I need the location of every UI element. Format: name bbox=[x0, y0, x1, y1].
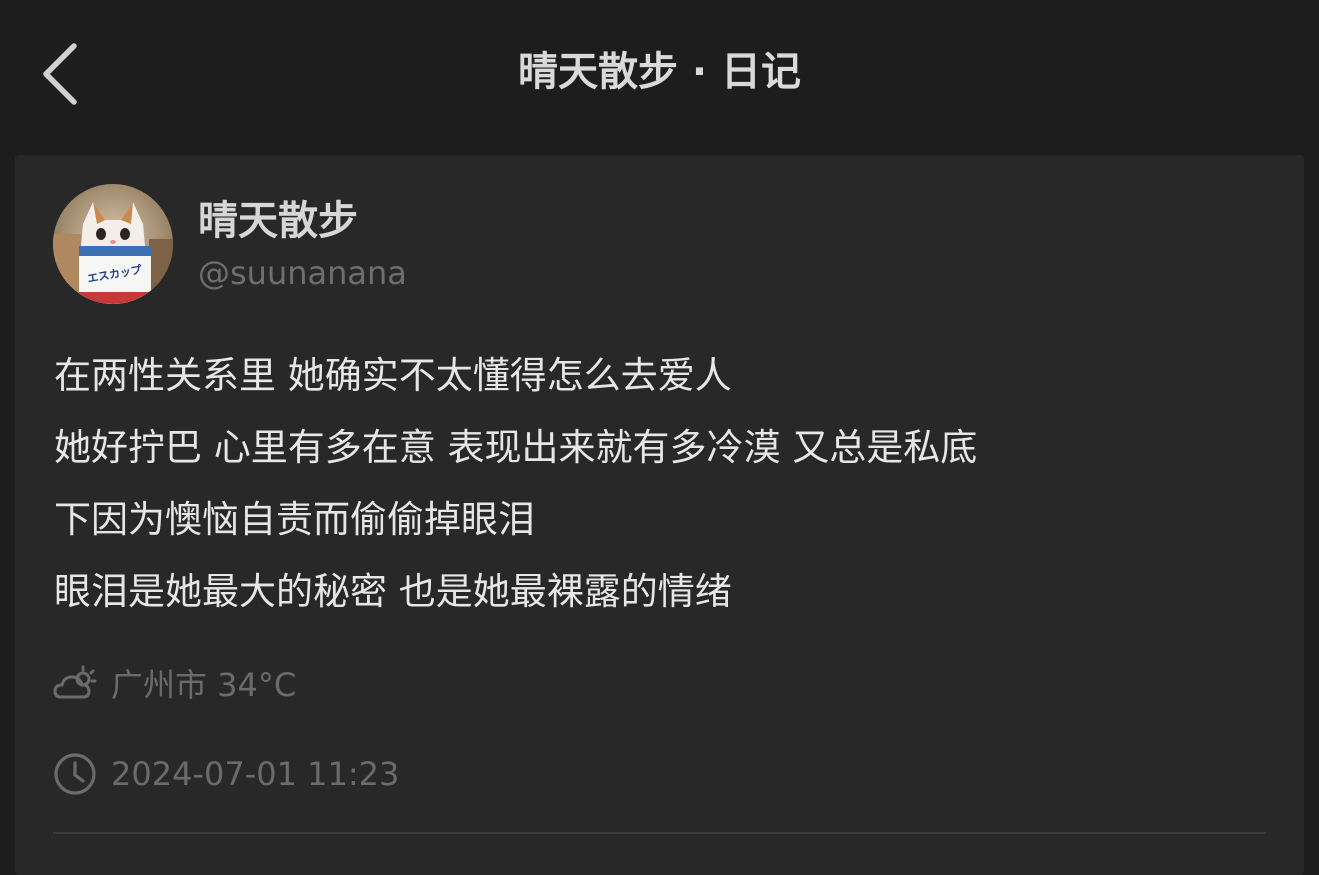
content-line: 她好拧巴 心里有多在意 表现出来就有多冷漠 又总是私底 bbox=[54, 426, 978, 469]
author-handle: @suunanana bbox=[198, 254, 407, 292]
avatar[interactable]: エスカップ bbox=[53, 184, 173, 304]
timestamp: 2024-07-01 11:23 bbox=[111, 755, 400, 793]
top-bar: 晴天散步 · 日记 bbox=[0, 0, 1319, 150]
content-line: 在两性关系里 她确实不太懂得怎么去爱人 bbox=[54, 354, 732, 397]
author-name[interactable]: 晴天散步 bbox=[198, 193, 358, 249]
diary-content: 在两性关系里 她确实不太懂得怎么去爱人 她好拧巴 心里有多在意 表现出来就有多冷… bbox=[54, 340, 1274, 628]
content-line: 眼泪是她最大的秘密 也是她最裸露的情绪 bbox=[54, 570, 732, 613]
clock-icon bbox=[53, 752, 97, 796]
avatar-image: エスカップ bbox=[53, 184, 173, 304]
page-title: 晴天散步 · 日记 bbox=[517, 49, 802, 95]
diary-card: エスカップ 晴天散步 @suunanana 在两性关系里 她确实不太懂得怎么去爱… bbox=[15, 155, 1304, 875]
weather-text: 广州市 34°C bbox=[111, 666, 297, 704]
partly-cloudy-icon bbox=[53, 663, 97, 707]
weather-info: 广州市 34°C bbox=[53, 662, 296, 708]
content-line: 下因为懊恼自责而偷偷掉眼泪 bbox=[54, 498, 535, 541]
time-info: 2024-07-01 11:23 bbox=[53, 751, 399, 797]
divider bbox=[53, 832, 1266, 834]
